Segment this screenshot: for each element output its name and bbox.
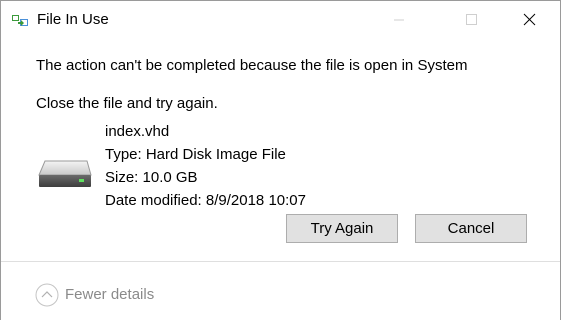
- close-button[interactable]: [511, 1, 557, 39]
- error-message: The action can't be completed because th…: [36, 57, 468, 74]
- maximize-button[interactable]: [445, 1, 491, 39]
- cancel-button[interactable]: Cancel: [415, 214, 527, 243]
- file-type: Type: Hard Disk Image File: [105, 146, 286, 163]
- minimize-icon: [394, 19, 404, 21]
- title-bar[interactable]: File In Use: [1, 1, 560, 39]
- window-title: File In Use: [37, 11, 109, 28]
- file-date-modified: Date modified: 8/9/2018 10:07: [105, 192, 306, 209]
- fewer-details-label: Fewer details: [65, 286, 155, 303]
- try-again-button[interactable]: Try Again: [286, 214, 398, 243]
- instruction-text: Close the file and try again.: [36, 95, 218, 112]
- hard-disk-icon: [37, 157, 93, 191]
- file-size: Size: 10.0 GB: [105, 169, 198, 186]
- minimize-button[interactable]: [376, 1, 422, 39]
- file-name: index.vhd: [105, 123, 170, 140]
- chevron-up-circle-icon: [35, 283, 59, 307]
- maximize-icon: [466, 14, 477, 25]
- close-icon: [523, 13, 536, 26]
- file-details: index.vhd Type: Hard Disk Image File Siz…: [105, 120, 306, 212]
- file-move-icon: [12, 12, 28, 28]
- dialog-footer: Fewer details: [1, 261, 560, 320]
- file-in-use-dialog: File In Use The action can't be complete…: [0, 0, 561, 320]
